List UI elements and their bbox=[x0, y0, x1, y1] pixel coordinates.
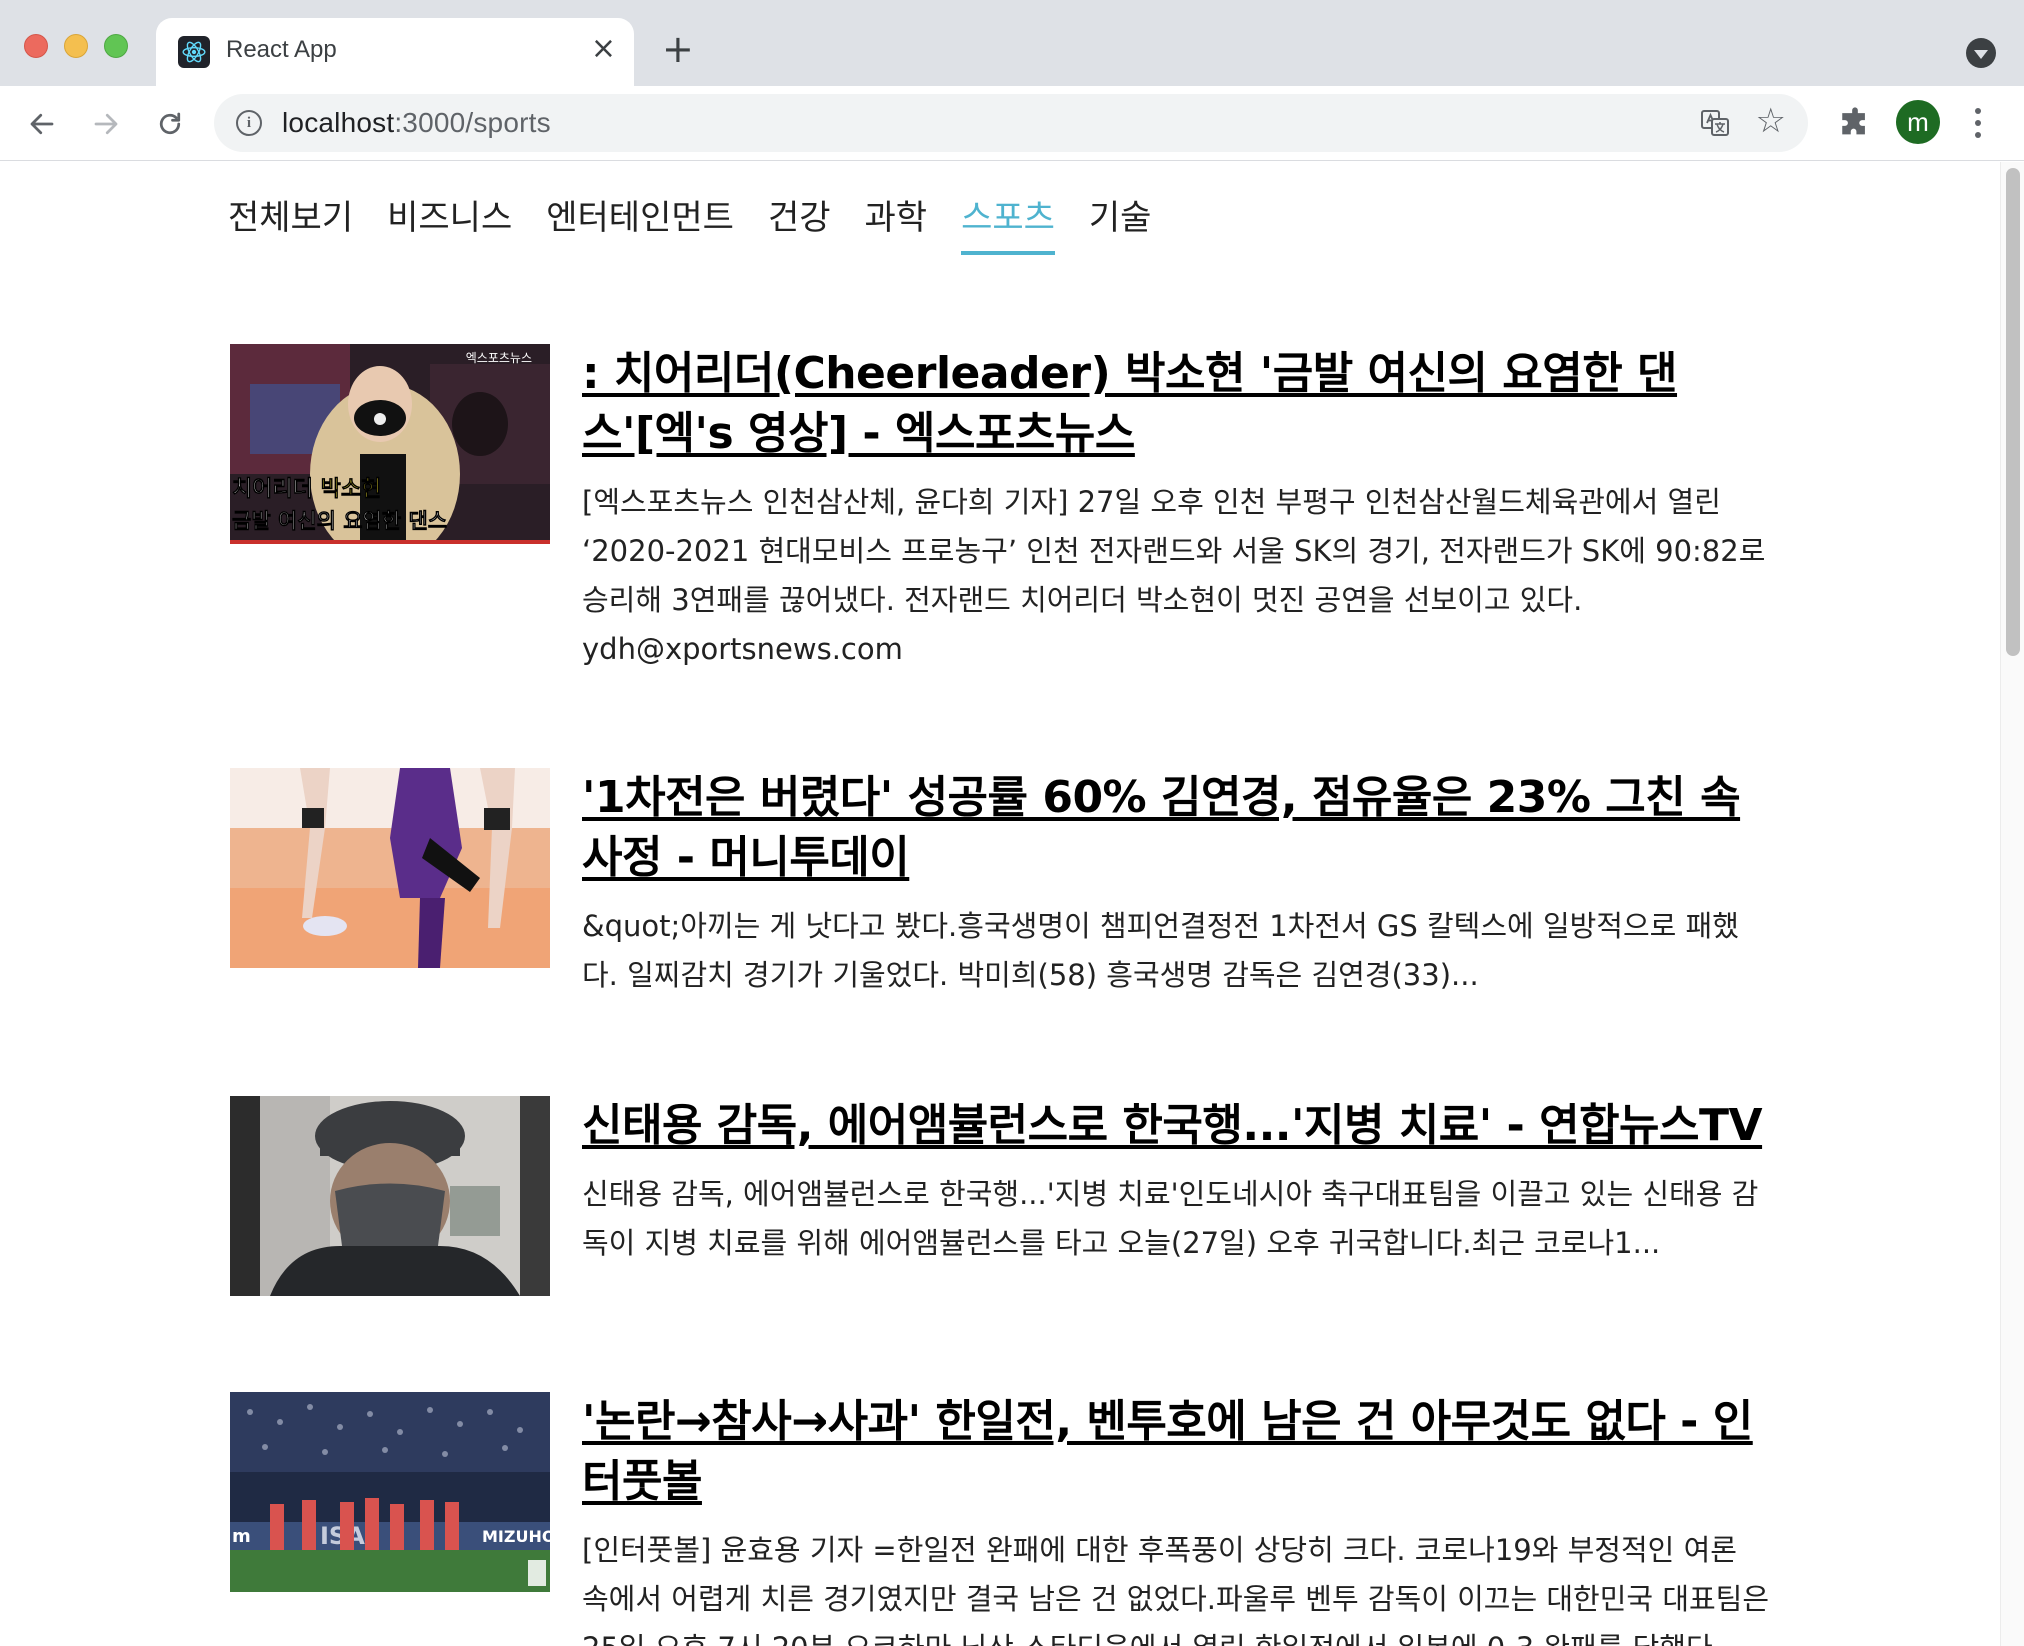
article-thumbnail[interactable] bbox=[230, 1096, 550, 1296]
svg-text:치어리더 박소현: 치어리더 박소현 bbox=[232, 477, 381, 502]
thumb-banner-right: MIZUHO bbox=[482, 1527, 550, 1546]
category-health[interactable]: 건강 bbox=[768, 190, 831, 255]
article-description: [인터풋볼] 윤효용 기자 =한일전 완패에 대한 후폭풍이 상당히 크다. 코… bbox=[582, 1533, 1770, 1646]
browser-tab-bar: React App × + bbox=[0, 0, 2024, 86]
reload-button[interactable] bbox=[150, 104, 190, 144]
tab-search-button[interactable] bbox=[1966, 38, 1996, 68]
category-entertainment[interactable]: 엔터테인먼트 bbox=[546, 190, 734, 255]
category-technology[interactable]: 기술 bbox=[1089, 190, 1152, 255]
article-title-link[interactable]: '1차전은 버렸다' 성공률 60% 김연경, 점유율은 23% 그친 속사정 … bbox=[582, 768, 1770, 888]
article-thumbnail[interactable]: m ISA MIZUHO bbox=[230, 1392, 550, 1592]
browser-toolbar: i localhost:3000/sports ☆ m bbox=[0, 86, 2024, 161]
forward-arrow-icon bbox=[94, 113, 118, 135]
url-host: localhost bbox=[282, 107, 395, 138]
url-text[interactable]: localhost:3000/sports bbox=[282, 107, 551, 139]
article-title-link[interactable]: 신태용 감독, 에어앰뷸런스로 한국행...'지병 치료' - 연합뉴스TV bbox=[582, 1096, 1770, 1156]
reload-icon bbox=[159, 112, 181, 135]
window-minimize-button[interactable] bbox=[64, 34, 88, 58]
url-path: :3000/sports bbox=[394, 107, 551, 138]
back-arrow-icon bbox=[30, 113, 54, 135]
article-body: '논란→참사→사과' 한일전, 벤투호에 남은 건 아무것도 없다 - 인터풋볼… bbox=[582, 1392, 1770, 1646]
thumb-banner-left: m bbox=[232, 1526, 251, 1547]
article-description: &quot;아끼는 게 낫다고 봤다.흥국생명이 챔피언결정전 1차전서 GS … bbox=[582, 909, 1739, 992]
translate-icon[interactable] bbox=[1700, 108, 1730, 138]
article-body: 신태용 감독, 에어앰뷸런스로 한국행...'지병 치료' - 연합뉴스TV 신… bbox=[582, 1096, 1770, 1268]
extensions-puzzle-icon[interactable] bbox=[1838, 106, 1872, 140]
browser-menu-icon[interactable] bbox=[1972, 104, 1984, 142]
article-body: '1차전은 버렸다' 성공률 60% 김연경, 점유율은 23% 그친 속사정 … bbox=[582, 768, 1770, 1000]
window-close-button[interactable] bbox=[24, 34, 48, 58]
article-title-link[interactable]: '논란→참사→사과' 한일전, 벤투호에 남은 건 아무것도 없다 - 인터풋볼 bbox=[582, 1392, 1770, 1512]
tab-close-icon[interactable]: × bbox=[591, 34, 616, 64]
page-viewport: 전체보기 비즈니스 엔터테인먼트 건강 과학 스포츠 기술 엑스포츠뉴스 치어리… bbox=[0, 162, 2024, 1646]
svg-text:금발 여신의 요염한 댄스: 금발 여신의 요염한 댄스 bbox=[232, 509, 447, 533]
article-description: 신태용 감독, 에어앰뷸런스로 한국행...'지병 치료'인도네시아 축구대표팀… bbox=[582, 1177, 1759, 1260]
tab-title: React App bbox=[226, 36, 337, 63]
address-bar[interactable]: i localhost:3000/sports ☆ bbox=[214, 94, 1808, 152]
article-body: : 치어리더(Cheerleader) 박소현 '금발 여신의 요염한 댄스'[… bbox=[582, 344, 1770, 674]
article-thumbnail[interactable]: 엑스포츠뉴스 치어리더 박소현 금발 여신의 요염한 댄스 bbox=[230, 344, 550, 544]
article-title-link[interactable]: : 치어리더(Cheerleader) 박소현 '금발 여신의 요염한 댄스'[… bbox=[582, 344, 1770, 464]
page-scrollbar[interactable] bbox=[2000, 162, 2024, 1646]
react-favicon-icon bbox=[178, 36, 210, 68]
window-zoom-button[interactable] bbox=[104, 34, 128, 58]
article-thumbnail[interactable] bbox=[230, 768, 550, 968]
new-tab-button[interactable]: + bbox=[662, 30, 694, 68]
profile-avatar[interactable]: m bbox=[1896, 100, 1940, 144]
article-description: [엑스포츠뉴스 인천삼산체, 윤다희 기자] 27일 오후 인천 부평구 인천삼… bbox=[582, 485, 1766, 666]
back-button[interactable] bbox=[22, 104, 62, 144]
scrollbar-thumb[interactable] bbox=[2006, 168, 2020, 656]
category-all[interactable]: 전체보기 bbox=[228, 190, 353, 255]
category-sports[interactable]: 스포츠 bbox=[961, 190, 1055, 255]
category-business[interactable]: 비즈니스 bbox=[387, 190, 512, 255]
category-nav: 전체보기 비즈니스 엔터테인먼트 건강 과학 스포츠 기술 bbox=[228, 190, 1151, 255]
browser-tab-active[interactable]: React App × bbox=[156, 18, 634, 86]
bookmark-star-icon[interactable]: ☆ bbox=[1756, 104, 1786, 138]
thumb-logo-text: 엑스포츠뉴스 bbox=[466, 351, 532, 365]
forward-button[interactable] bbox=[86, 104, 126, 144]
category-science[interactable]: 과학 bbox=[865, 190, 928, 255]
site-info-icon[interactable]: i bbox=[236, 110, 262, 136]
